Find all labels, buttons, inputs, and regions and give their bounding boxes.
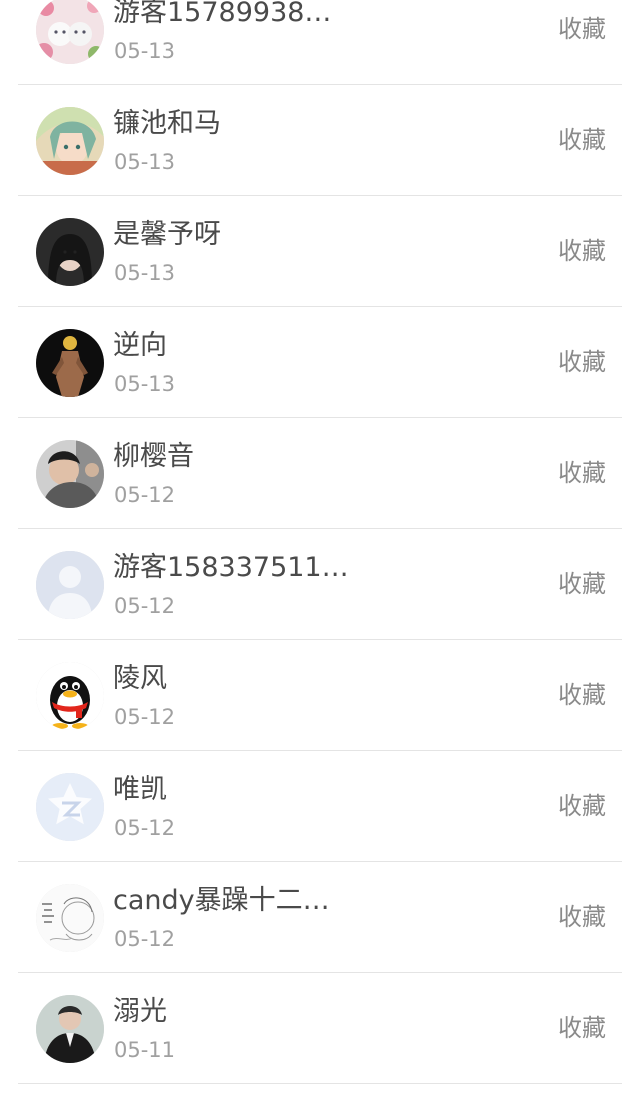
user-name: 游客15789938… — [113, 0, 332, 28]
favorite-button[interactable]: 收藏 — [558, 347, 606, 377]
favorite-button[interactable]: 收藏 — [558, 1013, 606, 1043]
user-name: 唯凯 — [113, 774, 167, 805]
date: 05-12 — [114, 483, 176, 507]
user-name: 柳樱音 — [113, 441, 194, 472]
list-item[interactable]: 柳樱音 05-12 收藏 — [0, 418, 640, 529]
list-item[interactable]: 溺光 05-11 收藏 — [0, 973, 640, 1084]
divider — [18, 1083, 622, 1084]
avatar[interactable] — [36, 218, 104, 286]
date: 05-13 — [114, 150, 176, 174]
list-item[interactable]: candy暴躁十二… 05-12 收藏 — [0, 862, 640, 973]
avatar[interactable] — [36, 329, 104, 397]
avatar[interactable] — [36, 0, 104, 64]
list-item[interactable]: 逆向 05-13 收藏 — [0, 307, 640, 418]
user-name: candy暴躁十二… — [113, 885, 330, 916]
avatar[interactable] — [36, 884, 104, 952]
date: 05-11 — [114, 1038, 176, 1062]
user-list: 游客15789938… 05-13 收藏 镰池和马 05-13 收藏 是馨予呀 … — [0, 0, 640, 1084]
user-name: 陵风 — [113, 663, 167, 694]
favorite-button[interactable]: 收藏 — [558, 680, 606, 710]
date: 05-12 — [114, 594, 176, 618]
date: 05-12 — [114, 816, 176, 840]
avatar[interactable] — [36, 662, 104, 730]
date: 05-12 — [114, 927, 176, 951]
date: 05-13 — [114, 39, 176, 63]
list-item[interactable]: 是馨予呀 05-13 收藏 — [0, 196, 640, 307]
list-item[interactable]: 镰池和马 05-13 收藏 — [0, 85, 640, 196]
user-name: 逆向 — [113, 330, 167, 361]
list-item[interactable]: 唯凯 05-12 收藏 — [0, 751, 640, 862]
date: 05-13 — [114, 261, 176, 285]
user-name: 镰池和马 — [113, 108, 221, 139]
favorite-button[interactable]: 收藏 — [558, 569, 606, 599]
avatar[interactable] — [36, 551, 104, 619]
favorite-button[interactable]: 收藏 — [558, 236, 606, 266]
favorite-button[interactable]: 收藏 — [558, 902, 606, 932]
favorite-button[interactable]: 收藏 — [558, 14, 606, 44]
list-item[interactable]: 游客158337511… 05-12 收藏 — [0, 529, 640, 640]
favorite-button[interactable]: 收藏 — [558, 791, 606, 821]
avatar[interactable] — [36, 107, 104, 175]
list-item[interactable]: 游客15789938… 05-13 收藏 — [0, 0, 640, 85]
favorite-button[interactable]: 收藏 — [558, 125, 606, 155]
avatar[interactable] — [36, 773, 104, 841]
date: 05-13 — [114, 372, 176, 396]
user-name: 游客158337511… — [113, 552, 349, 583]
user-name: 是馨予呀 — [113, 219, 221, 250]
avatar[interactable] — [36, 440, 104, 508]
user-name: 溺光 — [113, 996, 167, 1027]
avatar[interactable] — [36, 995, 104, 1063]
favorite-button[interactable]: 收藏 — [558, 458, 606, 488]
date: 05-12 — [114, 705, 176, 729]
list-item[interactable]: 陵风 05-12 收藏 — [0, 640, 640, 751]
